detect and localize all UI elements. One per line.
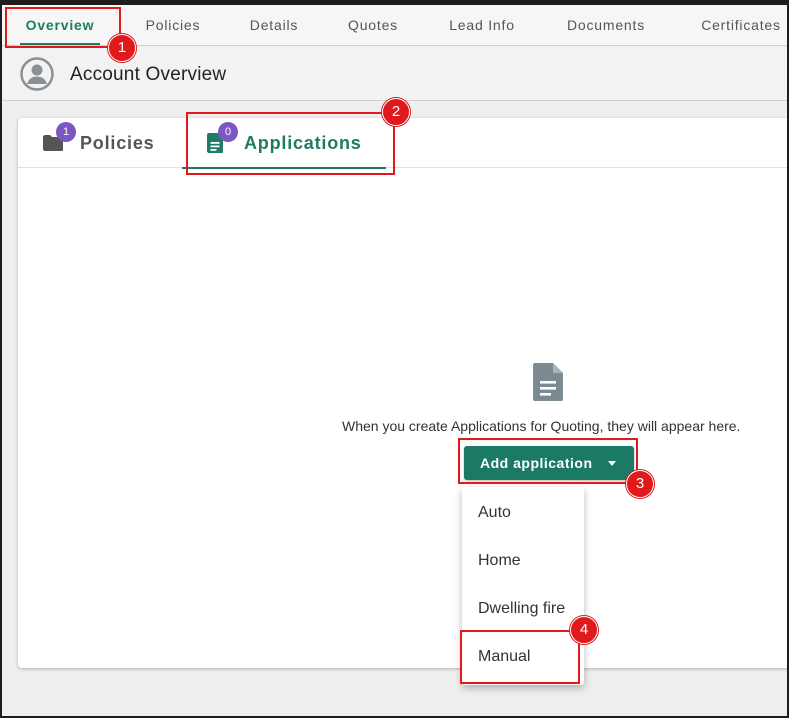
annotation-marker-4: 4 (570, 616, 598, 644)
tab-certificates[interactable]: Certificates (686, 5, 787, 45)
menu-item-manual[interactable]: Manual (462, 633, 584, 681)
add-application-label: Add application (480, 455, 593, 471)
tab-details[interactable]: Details (238, 5, 310, 45)
page-title: Account Overview (70, 64, 227, 85)
tab-card-applications-label: Applications (244, 132, 362, 153)
tab-overview[interactable]: Overview (16, 5, 104, 45)
card-tabs: Policies 1 Applications 0 (18, 118, 787, 169)
applications-count-badge: 0 (218, 122, 238, 142)
tab-card-policies[interactable]: Policies 1 (42, 118, 172, 168)
caret-down-icon (608, 461, 616, 466)
menu-item-auto[interactable]: Auto (462, 489, 584, 537)
tab-quotes[interactable]: Quotes (338, 5, 408, 45)
empty-state-message: When you create Applications for Quoting… (342, 418, 741, 434)
menu-item-dwelling-fire[interactable]: Dwelling fire (462, 585, 584, 633)
policies-count-badge: 1 (56, 122, 76, 142)
tab-lead-info[interactable]: Lead Info (438, 5, 526, 45)
app-frame: Overview Policies Details Quotes Lead In… (0, 0, 789, 718)
tab-card-applications[interactable]: Applications 0 (182, 118, 386, 169)
add-application-button[interactable]: Add application (464, 446, 634, 480)
tab-policies[interactable]: Policies (130, 5, 216, 45)
annotation-marker-3: 3 (626, 470, 654, 498)
applications-card: Policies 1 Applications 0 When you creat… (18, 118, 787, 685)
menu-item-home[interactable]: Home (462, 537, 584, 585)
add-application-menu: Auto Home Dwelling fire Manual (462, 487, 584, 685)
tab-documents[interactable]: Documents (556, 5, 656, 45)
tab-card-policies-label: Policies (80, 132, 155, 153)
annotation-marker-2: 2 (382, 98, 410, 126)
account-circle-icon (20, 57, 54, 91)
document-icon (533, 363, 563, 401)
annotation-marker-1: 1 (108, 34, 136, 62)
